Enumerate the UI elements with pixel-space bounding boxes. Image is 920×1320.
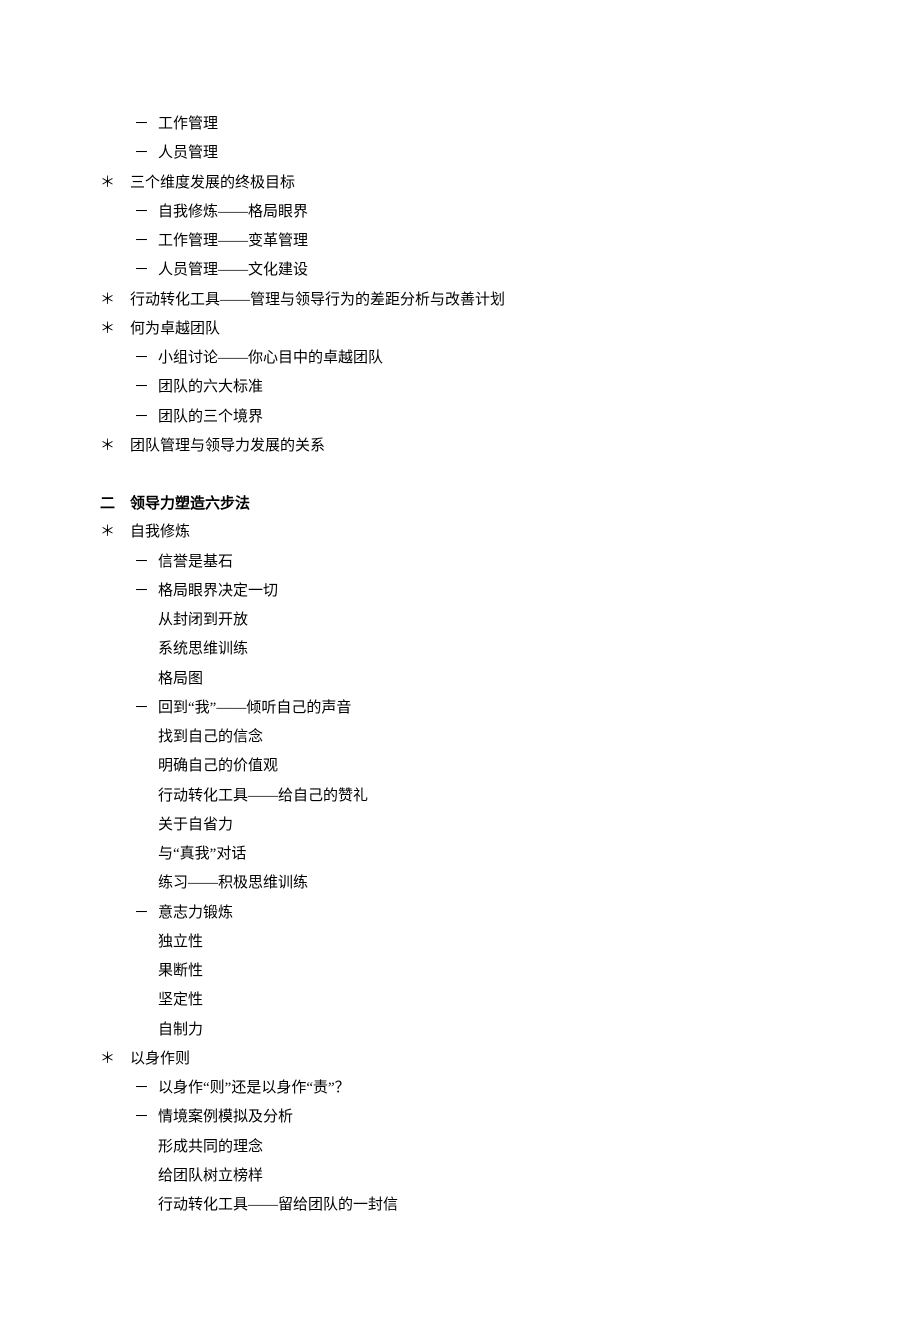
list-item-text: 给团队树立榜样 [158, 1168, 263, 1184]
list-item-text: 格局图 [158, 671, 203, 687]
list-item: 格局图 [100, 665, 820, 694]
list-item: 格局眼界决定一切 [100, 577, 820, 606]
list-item: 工作管理 [100, 110, 820, 139]
list-item: 独立性 [100, 928, 820, 957]
list-item-text: 以身作“则”还是以身作“责”？ [158, 1080, 350, 1096]
list-item: 团队管理与领导力发展的关系 [100, 432, 820, 461]
list-item-text: 行动转化工具——给自己的赞礼 [158, 788, 368, 804]
list-item-text: 三个维度发展的终极目标 [130, 175, 295, 191]
list-item: 意志力锻炼 [100, 899, 820, 928]
list-item-text: 果断性 [158, 963, 203, 979]
list-item-text: 自我修炼 [130, 524, 190, 540]
section-1-list: 工作管理人员管理三个维度发展的终极目标自我修炼——格局眼界工作管理——变革管理人… [100, 110, 820, 461]
list-item-text: 自制力 [158, 1022, 203, 1038]
list-item-text: 人员管理 [158, 145, 218, 161]
list-item: 工作管理——变革管理 [100, 227, 820, 256]
list-item-text: 回到“我”——倾听自己的声音 [158, 700, 351, 716]
list-item-text: 坚定性 [158, 992, 203, 1008]
list-item-text: 格局眼界决定一切 [158, 583, 278, 599]
list-item: 与“真我”对话 [100, 840, 820, 869]
list-item: 小组讨论——你心目中的卓越团队 [100, 344, 820, 373]
list-item-text: 行动转化工具——留给团队的一封信 [158, 1197, 398, 1213]
list-item: 练习——积极思维训练 [100, 869, 820, 898]
list-item: 从封闭到开放 [100, 606, 820, 635]
list-item-text: 行动转化工具——管理与领导行为的差距分析与改善计划 [130, 292, 505, 308]
list-item: 关于自省力 [100, 811, 820, 840]
list-item: 行动转化工具——留给团队的一封信 [100, 1191, 820, 1220]
list-item-text: 工作管理 [158, 116, 218, 132]
list-item: 行动转化工具——给自己的赞礼 [100, 782, 820, 811]
list-item: 给团队树立榜样 [100, 1162, 820, 1191]
list-item: 形成共同的理念 [100, 1133, 820, 1162]
list-item: 自我修炼 [100, 518, 820, 547]
list-item-text: 从封闭到开放 [158, 612, 248, 628]
list-item-text: 团队管理与领导力发展的关系 [130, 438, 325, 454]
section-2-heading: 二 领导力塑造六步法 [100, 489, 820, 518]
list-item-text: 团队的三个境界 [158, 409, 263, 425]
list-item: 人员管理——文化建设 [100, 256, 820, 285]
list-item-text: 信誉是基石 [158, 554, 233, 570]
list-item: 三个维度发展的终极目标 [100, 169, 820, 198]
list-item: 团队的三个境界 [100, 403, 820, 432]
list-item-text: 系统思维训练 [158, 641, 248, 657]
list-item: 果断性 [100, 957, 820, 986]
list-item: 自我修炼——格局眼界 [100, 198, 820, 227]
list-item: 信誉是基石 [100, 548, 820, 577]
list-item: 何为卓越团队 [100, 315, 820, 344]
list-item: 回到“我”——倾听自己的声音 [100, 694, 820, 723]
list-item-text: 找到自己的信念 [158, 729, 263, 745]
list-item-text: 独立性 [158, 934, 203, 950]
list-item: 明确自己的价值观 [100, 752, 820, 781]
list-item-text: 团队的六大标准 [158, 379, 263, 395]
list-item: 团队的六大标准 [100, 373, 820, 402]
list-item: 找到自己的信念 [100, 723, 820, 752]
list-item-text: 以身作则 [130, 1051, 190, 1067]
list-item-text: 明确自己的价值观 [158, 758, 278, 774]
list-item-text: 形成共同的理念 [158, 1139, 263, 1155]
list-item: 以身作则 [100, 1045, 820, 1074]
section-2-list: 自我修炼信誉是基石格局眼界决定一切从封闭到开放系统思维训练格局图回到“我”——倾… [100, 518, 820, 1220]
list-item-text: 工作管理——变革管理 [158, 233, 308, 249]
list-item: 以身作“则”还是以身作“责”？ [100, 1074, 820, 1103]
list-item-text: 何为卓越团队 [130, 321, 220, 337]
list-item-text: 练习——积极思维训练 [158, 875, 308, 891]
list-item: 情境案例模拟及分析 [100, 1103, 820, 1132]
list-item-text: 与“真我”对话 [158, 846, 246, 862]
list-item: 系统思维训练 [100, 635, 820, 664]
list-item: 坚定性 [100, 986, 820, 1015]
list-item-text: 自我修炼——格局眼界 [158, 204, 308, 220]
list-item: 人员管理 [100, 139, 820, 168]
list-item-text: 意志力锻炼 [158, 905, 233, 921]
list-item-text: 关于自省力 [158, 817, 233, 833]
list-item: 自制力 [100, 1016, 820, 1045]
list-item-text: 小组讨论——你心目中的卓越团队 [158, 350, 383, 366]
list-item: 行动转化工具——管理与领导行为的差距分析与改善计划 [100, 286, 820, 315]
list-item-text: 情境案例模拟及分析 [158, 1109, 293, 1125]
list-item-text: 人员管理——文化建设 [158, 262, 308, 278]
